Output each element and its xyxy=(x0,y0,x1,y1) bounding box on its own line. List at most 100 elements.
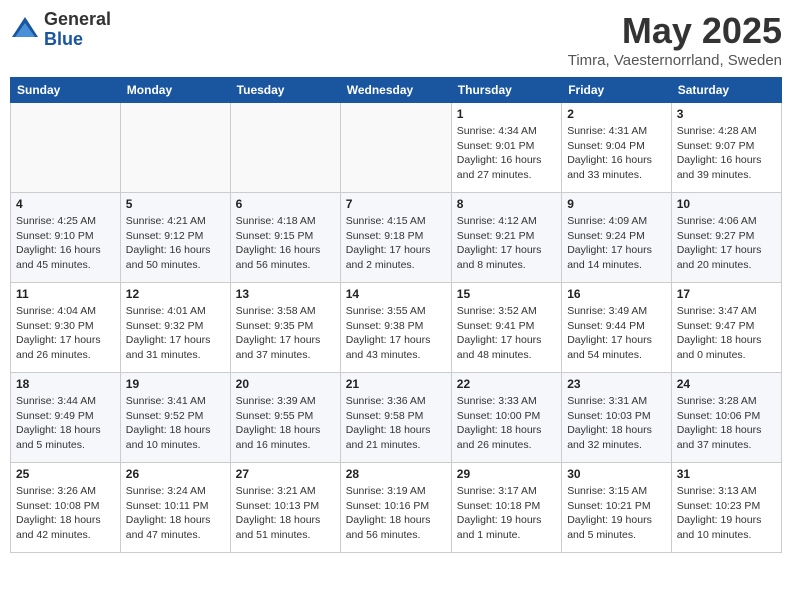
day-info: Sunrise: 4:04 AMSunset: 9:30 PMDaylight:… xyxy=(16,304,115,363)
day-number: 4 xyxy=(16,197,115,211)
day-info: Sunrise: 4:21 AMSunset: 9:12 PMDaylight:… xyxy=(126,214,225,273)
day-info: Sunrise: 3:49 AMSunset: 9:44 PMDaylight:… xyxy=(567,304,666,363)
day-info: Sunrise: 3:33 AMSunset: 10:00 PMDaylight… xyxy=(457,394,556,453)
calendar-cell xyxy=(11,103,121,193)
weekday-header-row: SundayMondayTuesdayWednesdayThursdayFrid… xyxy=(11,78,782,103)
day-info: Sunrise: 4:31 AMSunset: 9:04 PMDaylight:… xyxy=(567,124,666,183)
calendar-cell: 2 Sunrise: 4:31 AMSunset: 9:04 PMDaylight… xyxy=(562,103,672,193)
calendar-cell xyxy=(120,103,230,193)
calendar-cell: 27 Sunrise: 3:21 AMSunset: 10:13 PMDaylig… xyxy=(230,463,340,553)
day-info: Sunrise: 3:17 AMSunset: 10:18 PMDaylight… xyxy=(457,484,556,543)
day-number: 5 xyxy=(126,197,225,211)
day-info: Sunrise: 3:28 AMSunset: 10:06 PMDaylight… xyxy=(677,394,776,453)
calendar-cell: 30Sunrise: 3:15 AMSunset: 10:21 PMDaylig… xyxy=(562,463,672,553)
logo-blue: Blue xyxy=(44,30,111,50)
day-number: 25 xyxy=(16,467,115,481)
calendar-cell: 8Sunrise: 4:12 AMSunset: 9:21 PMDaylight… xyxy=(451,193,561,283)
day-info: Sunrise: 4:25 AMSunset: 9:10 PMDaylight:… xyxy=(16,214,115,273)
day-info: Sunrise: 3:26 AMSunset: 10:08 PMDaylight… xyxy=(16,484,115,543)
day-info: Sunrise: 3:47 AMSunset: 9:47 PMDaylight:… xyxy=(677,304,776,363)
day-info: Sunrise: 4:18 AMSunset: 9:15 PMDaylight:… xyxy=(236,214,335,273)
week-row-1: 1Sunrise: 4:34 AMSunset: 9:01 PMDaylight… xyxy=(11,103,782,193)
calendar-cell: 10 Sunrise: 4:06 AMSunset: 9:27 PMDayligh… xyxy=(671,193,781,283)
weekday-header-saturday: Saturday xyxy=(671,78,781,103)
day-number: 29 xyxy=(457,467,556,481)
calendar-cell: 15Sunrise: 3:52 AMSunset: 9:41 PMDayligh… xyxy=(451,283,561,373)
day-info: Sunrise: 4:15 AMSunset: 9:18 PMDaylight:… xyxy=(346,214,446,273)
day-info: Sunrise: 3:19 AMSunset: 10:16 PMDaylight… xyxy=(346,484,446,543)
day-info: Sunrise: 4:28 AMSunset: 9:07 PMDaylight:… xyxy=(677,124,776,183)
day-number: 17 xyxy=(677,287,776,301)
day-number: 7 xyxy=(346,197,446,211)
calendar-cell: 31 Sunrise: 3:13 AMSunset: 10:23 PMDaylig… xyxy=(671,463,781,553)
day-info: Sunrise: 3:21 AMSunset: 10:13 PMDaylight… xyxy=(236,484,335,543)
day-number: 22 xyxy=(457,377,556,391)
calendar-cell: 21 Sunrise: 3:36 AMSunset: 9:58 PMDayligh… xyxy=(340,373,451,463)
calendar-cell: 18 Sunrise: 3:44 AMSunset: 9:49 PMDayligh… xyxy=(11,373,121,463)
week-row-4: 18 Sunrise: 3:44 AMSunset: 9:49 PMDayligh… xyxy=(11,373,782,463)
calendar-cell: 22 Sunrise: 3:33 AMSunset: 10:00 PMDaylig… xyxy=(451,373,561,463)
day-number: 19 xyxy=(126,377,225,391)
day-number: 6 xyxy=(236,197,335,211)
day-number: 31 xyxy=(677,467,776,481)
calendar-cell xyxy=(340,103,451,193)
calendar-cell: 20Sunrise: 3:39 AMSunset: 9:55 PMDayligh… xyxy=(230,373,340,463)
day-info: Sunrise: 3:58 AMSunset: 9:35 PMDaylight:… xyxy=(236,304,335,363)
calendar-cell: 12Sunrise: 4:01 AMSunset: 9:32 PMDayligh… xyxy=(120,283,230,373)
day-info: Sunrise: 3:44 AMSunset: 9:49 PMDaylight:… xyxy=(16,394,115,453)
calendar-cell: 7 Sunrise: 4:15 AMSunset: 9:18 PMDaylight… xyxy=(340,193,451,283)
day-number: 27 xyxy=(236,467,335,481)
day-info: Sunrise: 3:41 AMSunset: 9:52 PMDaylight:… xyxy=(126,394,225,453)
calendar-cell: 29 Sunrise: 3:17 AMSunset: 10:18 PMDaylig… xyxy=(451,463,561,553)
day-number: 11 xyxy=(16,287,115,301)
day-info: Sunrise: 3:13 AMSunset: 10:23 PMDaylight… xyxy=(677,484,776,543)
calendar-cell xyxy=(230,103,340,193)
day-number: 2 xyxy=(567,107,666,121)
calendar-cell: 28 Sunrise: 3:19 AMSunset: 10:16 PMDaylig… xyxy=(340,463,451,553)
day-number: 9 xyxy=(567,197,666,211)
logo: General Blue xyxy=(10,10,111,50)
day-number: 3 xyxy=(677,107,776,121)
month-title: May 2025 xyxy=(568,10,782,52)
calendar-cell: 3 Sunrise: 4:28 AMSunset: 9:07 PMDaylight… xyxy=(671,103,781,193)
calendar-cell: 25 Sunrise: 3:26 AMSunset: 10:08 PMDaylig… xyxy=(11,463,121,553)
day-number: 14 xyxy=(346,287,446,301)
day-info: Sunrise: 3:31 AMSunset: 10:03 PMDaylight… xyxy=(567,394,666,453)
calendar-cell: 5 Sunrise: 4:21 AMSunset: 9:12 PMDaylight… xyxy=(120,193,230,283)
calendar-cell: 9Sunrise: 4:09 AMSunset: 9:24 PMDaylight… xyxy=(562,193,672,283)
calendar-table: SundayMondayTuesdayWednesdayThursdayFrid… xyxy=(10,77,782,553)
day-number: 12 xyxy=(126,287,225,301)
week-row-3: 11 Sunrise: 4:04 AMSunset: 9:30 PMDayligh… xyxy=(11,283,782,373)
calendar-cell: 11 Sunrise: 4:04 AMSunset: 9:30 PMDayligh… xyxy=(11,283,121,373)
day-number: 30 xyxy=(567,467,666,481)
day-number: 16 xyxy=(567,287,666,301)
page-header: General Blue May 2025 Timra, Vaesternorr… xyxy=(10,10,782,69)
calendar-cell: 23Sunrise: 3:31 AMSunset: 10:03 PMDaylig… xyxy=(562,373,672,463)
calendar-cell: 17 Sunrise: 3:47 AMSunset: 9:47 PMDayligh… xyxy=(671,283,781,373)
title-area: May 2025 Timra, Vaesternorrland, Sweden xyxy=(568,10,782,69)
logo-text: General Blue xyxy=(44,10,111,50)
day-info: Sunrise: 3:55 AMSunset: 9:38 PMDaylight:… xyxy=(346,304,446,363)
day-info: Sunrise: 3:24 AMSunset: 10:11 PMDaylight… xyxy=(126,484,225,543)
day-number: 21 xyxy=(346,377,446,391)
day-number: 28 xyxy=(346,467,446,481)
day-info: Sunrise: 4:06 AMSunset: 9:27 PMDaylight:… xyxy=(677,214,776,273)
calendar-cell: 16 Sunrise: 3:49 AMSunset: 9:44 PMDayligh… xyxy=(562,283,672,373)
week-row-5: 25 Sunrise: 3:26 AMSunset: 10:08 PMDaylig… xyxy=(11,463,782,553)
weekday-header-friday: Friday xyxy=(562,78,672,103)
day-number: 10 xyxy=(677,197,776,211)
day-number: 15 xyxy=(457,287,556,301)
calendar-cell: 13 Sunrise: 3:58 AMSunset: 9:35 PMDayligh… xyxy=(230,283,340,373)
day-number: 24 xyxy=(677,377,776,391)
weekday-header-thursday: Thursday xyxy=(451,78,561,103)
weekday-header-tuesday: Tuesday xyxy=(230,78,340,103)
week-row-2: 4 Sunrise: 4:25 AMSunset: 9:10 PMDaylight… xyxy=(11,193,782,283)
day-number: 13 xyxy=(236,287,335,301)
calendar-cell: 26Sunrise: 3:24 AMSunset: 10:11 PMDaylig… xyxy=(120,463,230,553)
day-number: 8 xyxy=(457,197,556,211)
logo-icon xyxy=(10,15,40,45)
calendar-cell: 4 Sunrise: 4:25 AMSunset: 9:10 PMDaylight… xyxy=(11,193,121,283)
weekday-header-monday: Monday xyxy=(120,78,230,103)
day-info: Sunrise: 3:36 AMSunset: 9:58 PMDaylight:… xyxy=(346,394,446,453)
day-number: 18 xyxy=(16,377,115,391)
